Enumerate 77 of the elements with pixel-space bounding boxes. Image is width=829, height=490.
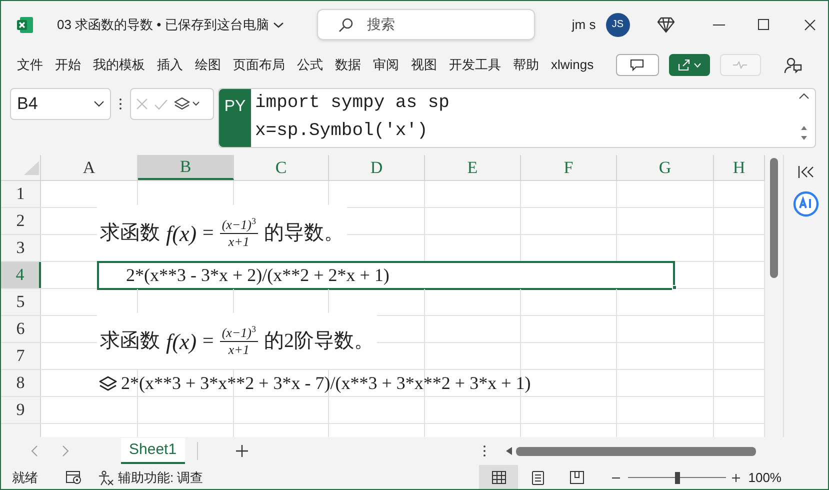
user-avatar[interactable]: JS [606, 12, 630, 36]
feedback-icon[interactable] [784, 56, 802, 74]
row-header[interactable]: 1 [1, 181, 41, 207]
chevron-down-icon [272, 20, 284, 28]
row-header[interactable]: 5 [1, 289, 41, 315]
python-object-icon[interactable] [99, 376, 117, 392]
scroll-left-icon[interactable] [506, 447, 512, 455]
more-icon[interactable] [482, 445, 486, 457]
formula-editor[interactable]: PY import sympy as sp x=sp.Symbol('x') [218, 88, 816, 148]
accessibility-status[interactable]: 辅助功能: 调查 [118, 468, 204, 488]
row-header[interactable]: 4 [1, 262, 41, 288]
collapse-icon[interactable] [799, 93, 809, 99]
column-header[interactable]: B [138, 155, 234, 180]
comment-icon [630, 59, 644, 71]
add-sheet-icon[interactable] [236, 445, 248, 457]
maximize-icon[interactable] [758, 19, 769, 30]
ribbon-tab[interactable]: 视图 [405, 51, 443, 79]
more-icon[interactable] [119, 98, 122, 110]
ribbon-tab[interactable]: xlwings [545, 51, 600, 79]
column-header[interactable]: G [617, 155, 714, 180]
ribbon-tab[interactable]: 数据 [329, 51, 367, 79]
ribbon-tab[interactable]: 我的模板 [87, 51, 151, 79]
column-header[interactable]: F [521, 155, 617, 180]
sheet-tab[interactable]: Sheet1 [121, 438, 185, 464]
search-field[interactable]: 搜索 [316, 9, 535, 40]
horizontal-scroll-thumb[interactable] [516, 446, 756, 456]
share-button[interactable] [668, 54, 710, 76]
spreadsheet-cell[interactable]: 2*(x**3 - 3*x + 2)/(x**2 + 2*x + 1) [97, 261, 675, 290]
ribbon-tab[interactable]: 公式 [291, 51, 329, 79]
ribbon-tab[interactable]: 页面布局 [227, 51, 291, 79]
accessibility-icon[interactable] [98, 470, 114, 486]
ribbon-tab[interactable]: 绘图 [189, 51, 227, 79]
code-line: x=sp.Symbol('x') [255, 120, 429, 143]
zoom-slider-thumb[interactable] [675, 472, 680, 484]
ribbon-tab[interactable]: 帮助 [507, 51, 545, 79]
python-badge: PY [219, 89, 251, 147]
previous-sheet-icon[interactable] [31, 445, 38, 457]
code-line: import sympy as sp [255, 92, 450, 115]
search-icon [338, 16, 354, 32]
close-icon[interactable] [804, 18, 816, 30]
row-header[interactable]: 7 [1, 343, 41, 369]
caret-icon [694, 62, 701, 68]
next-sheet-icon[interactable] [62, 445, 69, 457]
spreadsheet-cell[interactable]: 2*(x**3 + 3*x**2 + 3*x - 7)/(x**3 + 3*x**2 + 3*x + 1) [97, 369, 531, 398]
chevron-down-icon [94, 101, 104, 107]
diamond-icon[interactable] [656, 16, 675, 32]
share-icon [678, 59, 690, 71]
column-header[interactable]: E [425, 155, 521, 180]
macro-record-icon[interactable] [66, 470, 82, 484]
normal-view-icon[interactable] [479, 465, 518, 489]
collapse-pane-icon[interactable] [798, 165, 814, 179]
excel-app-icon [16, 16, 34, 34]
row-header[interactable]: 9 [1, 397, 41, 423]
comments-button[interactable] [616, 54, 659, 76]
ribbon-tab[interactable]: 开始 [49, 51, 87, 79]
pulse-icon [733, 61, 748, 69]
row-header[interactable]: 3 [1, 235, 41, 261]
zoom-in-icon[interactable] [732, 474, 740, 482]
document-title[interactable]: 03 求函数的导数 • 已保存到这台电脑 [57, 14, 284, 34]
ai-assistant-icon[interactable] [793, 191, 819, 217]
ribbon-tab[interactable]: 开发工具 [443, 51, 507, 79]
ribbon-tab[interactable]: 审阅 [367, 51, 405, 79]
layers-dropdown-icon[interactable] [174, 97, 200, 111]
check-icon[interactable] [154, 98, 168, 110]
column-header[interactable]: D [329, 155, 425, 180]
row-header[interactable]: 6 [1, 316, 41, 342]
ribbon-tab[interactable]: 插入 [151, 51, 189, 79]
row-header[interactable]: 2 [1, 208, 41, 234]
column-header[interactable]: C [234, 155, 329, 180]
status-text: 就绪 [12, 468, 38, 487]
ribbon-tab[interactable]: 文件 [11, 51, 49, 79]
user-name: jm s [572, 16, 596, 34]
name-box[interactable]: B4 [10, 88, 111, 120]
zoom-level[interactable]: 100% [748, 468, 782, 488]
vertical-scroll-thumb[interactable] [770, 158, 778, 278]
row-header[interactable]: 8 [1, 370, 41, 396]
fill-handle[interactable] [672, 285, 677, 290]
